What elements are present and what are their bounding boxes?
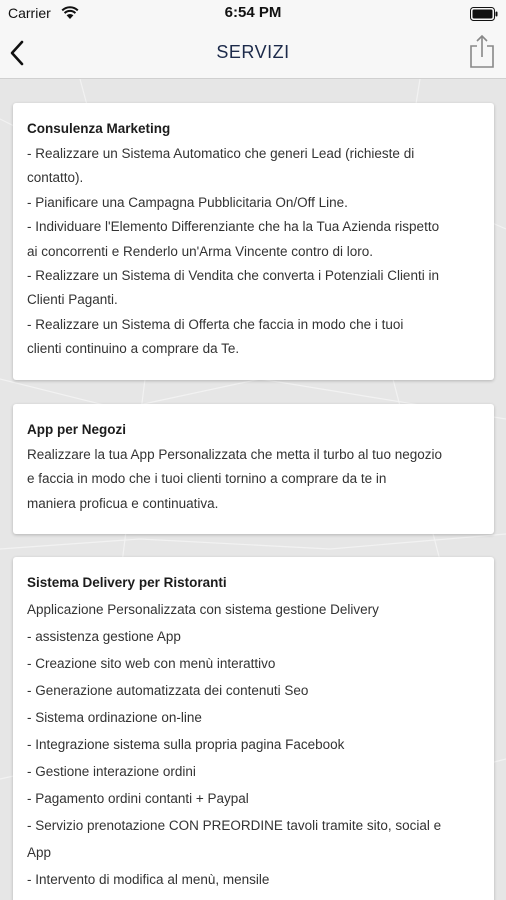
card-text-line: - Integrazione sistema sulla propria pag… bbox=[27, 737, 345, 752]
card-text-line: - Intervento di modifica al menù, mensil… bbox=[27, 872, 270, 887]
card-text-line: contatto). bbox=[27, 170, 84, 186]
card-text-line: Clienti Paganti. bbox=[27, 292, 118, 308]
card-text-line: - Sistema ordinazione on-line bbox=[27, 710, 202, 725]
card-text-line: App bbox=[27, 845, 52, 860]
card-text-line: - Realizzare un Sistema Automatico che g… bbox=[27, 146, 415, 161]
card-text-line: - Servizio prenotazione CON PREORDINE ta… bbox=[27, 818, 442, 833]
card-title: Consulenza Marketing bbox=[27, 121, 171, 136]
share-button[interactable] bbox=[466, 33, 498, 71]
card-text-line: - Pagamento ordini contanti + Paypal bbox=[27, 791, 249, 806]
card-text-line: - Pianificare una Campagna Pubblicitaria… bbox=[27, 194, 348, 210]
card-text-line: Applicazione Personalizzata con sistema … bbox=[27, 602, 379, 617]
card-text-line: - Gestione interazione ordini bbox=[27, 764, 196, 779]
card-text-line: ai concorrenti e Renderlo un'Arma Vincen… bbox=[27, 243, 374, 259]
card-text-line: e faccia in modo che i tuoi clienti torn… bbox=[27, 471, 387, 487]
card-text-line: maniera proficua e continuativa. bbox=[27, 495, 219, 511]
service-card-app-per-negozi[interactable]: App per Negozi Realizzare la tua App Per… bbox=[13, 404, 494, 534]
card-text-line: - Realizzare un Sistema di Vendita che c… bbox=[27, 268, 439, 284]
status-bar: Carrier 6:54 PM bbox=[0, 0, 506, 28]
service-card-sistema-delivery[interactable]: Sistema Delivery per Ristoranti Applicaz… bbox=[13, 557, 494, 900]
card-text-line: clienti continuino a comprare da Te. bbox=[27, 341, 240, 357]
card-text-line: - assistenza gestione App bbox=[27, 629, 181, 644]
clock: 6:54 PM bbox=[224, 4, 282, 21]
share-icon bbox=[470, 34, 494, 68]
card-text-line: Realizzare la tua App Personalizzata che… bbox=[27, 447, 442, 462]
card-text-line: - Realizzare un Sistema di Offerta che f… bbox=[27, 316, 404, 332]
card-text-line: - Creazione sito web con menù interattiv… bbox=[27, 656, 276, 671]
navigation-bar: SERVIZI bbox=[0, 28, 506, 79]
card-text-line: - Individuare l'Elemento Differenziante … bbox=[27, 219, 440, 235]
page-title: SERVIZI bbox=[216, 42, 290, 62]
battery-icon bbox=[470, 7, 498, 21]
services-list[interactable]: Consulenza Marketing - Realizzare un Sis… bbox=[0, 79, 506, 900]
card-title: Sistema Delivery per Ristoranti bbox=[27, 575, 227, 590]
card-text-line: - Generazione automatizzata dei contenut… bbox=[27, 683, 309, 698]
service-card-consulenza-marketing[interactable]: Consulenza Marketing - Realizzare un Sis… bbox=[13, 103, 494, 380]
card-title: App per Negozi bbox=[27, 422, 127, 437]
